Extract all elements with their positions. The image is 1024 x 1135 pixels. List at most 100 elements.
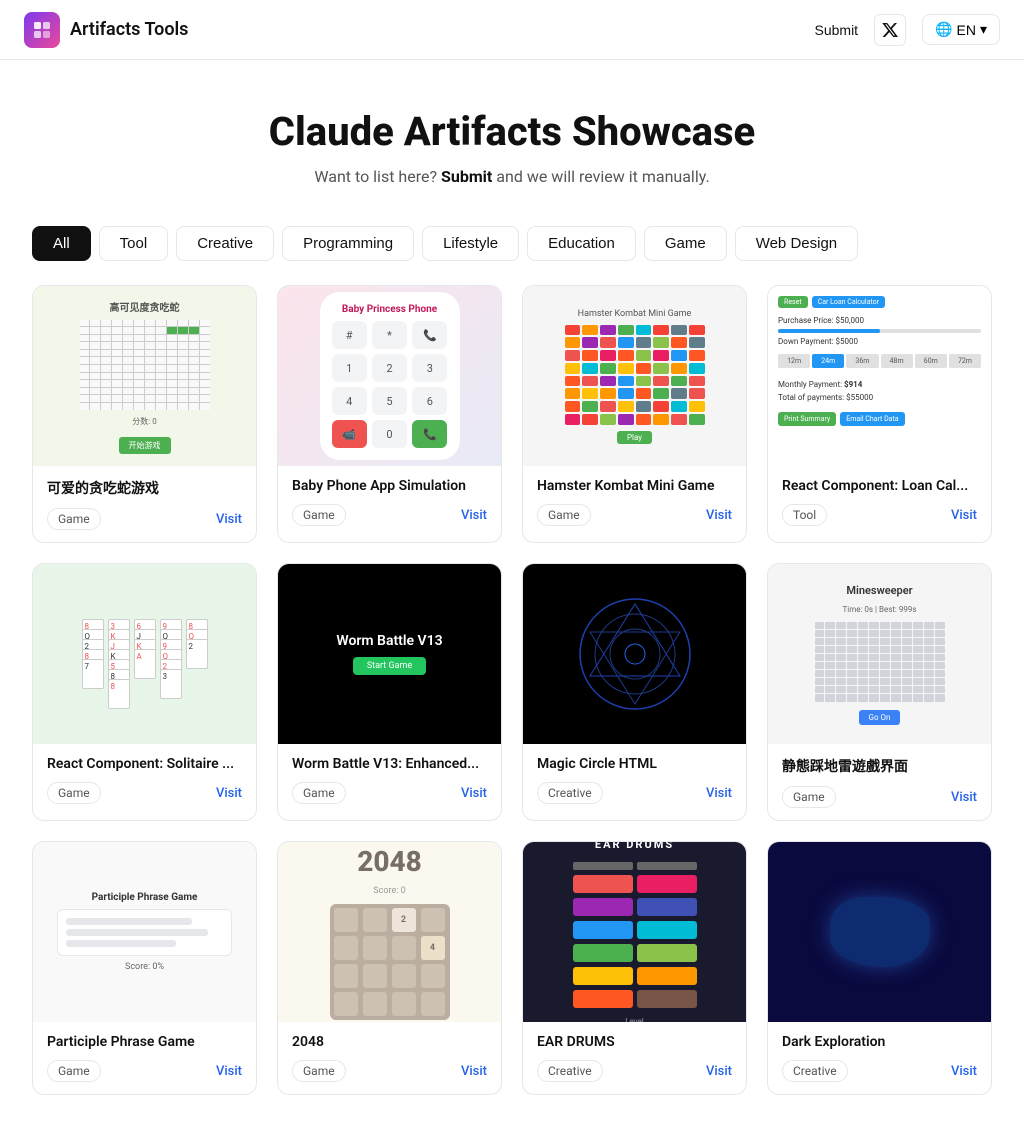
hero-section: Claude Artifacts Showcase Want to list h… xyxy=(0,60,1024,210)
card-body: 静態踩地雷遊戲界面 Game Visit xyxy=(768,744,991,820)
filter-tab-creative[interactable]: Creative xyxy=(176,226,274,261)
card-title: 2048 xyxy=(292,1034,487,1050)
card-title: Participle Phrase Game xyxy=(47,1034,242,1050)
card-drums: EAR DRUMS xyxy=(522,841,747,1095)
hero-submit-link[interactable]: Submit xyxy=(441,167,492,186)
filter-tab-game[interactable]: Game xyxy=(644,226,727,261)
card-tag[interactable]: Tool xyxy=(782,504,827,526)
card-footer: Game Visit xyxy=(782,786,977,808)
card-body: Magic Circle HTML Creative Visit xyxy=(523,744,746,816)
card-visit-link[interactable]: Visit xyxy=(951,1064,977,1079)
card-tag[interactable]: Game xyxy=(292,1060,346,1082)
card-title: Magic Circle HTML xyxy=(537,756,732,772)
card-visit-link[interactable]: Visit xyxy=(706,786,732,801)
filter-tab-programming[interactable]: Programming xyxy=(282,226,414,261)
card-loan: Reset Car Loan Calculator Purchase Price… xyxy=(767,285,992,543)
card-title: Dark Exploration xyxy=(782,1034,977,1050)
filter-tabs: AllToolCreativeProgrammingLifestyleEduca… xyxy=(0,210,1024,285)
card-thumbnail: Baby Princess Phone # * 📞 1 2 xyxy=(278,286,501,466)
language-label: EN xyxy=(957,22,976,38)
filter-tab-lifestyle[interactable]: Lifestyle xyxy=(422,226,519,261)
card-title: React Component: Loan Cal... xyxy=(782,478,977,494)
card-thumbnail: Minesweeper Time: 0s | Best: 999s Go On xyxy=(768,564,991,744)
card-footer: Game Visit xyxy=(537,504,732,526)
chevron-down-icon: ▾ xyxy=(980,21,987,38)
hero-title: Claude Artifacts Showcase xyxy=(24,108,1000,155)
card-title: 可爱的贪吃蛇游戏 xyxy=(47,478,242,498)
card-tag[interactable]: Creative xyxy=(782,1060,848,1082)
card-footer: Creative Visit xyxy=(537,1060,732,1082)
card-thumbnail: Reset Car Loan Calculator Purchase Price… xyxy=(768,286,991,466)
card-footer: Game Visit xyxy=(292,1060,487,1082)
header: Artifacts Tools Submit 🌐 EN ▾ xyxy=(0,0,1024,60)
card-tag[interactable]: Game xyxy=(292,504,346,526)
filter-tab-tool[interactable]: Tool xyxy=(99,226,169,261)
card-solitaire: 8Q287 3KJK588 6JKA 9Q9Q23 xyxy=(32,563,257,821)
card-magic: Magic Circle HTML Creative Visit xyxy=(522,563,747,821)
submit-button[interactable]: Submit xyxy=(815,22,859,38)
card-title: EAR DRUMS xyxy=(537,1034,732,1050)
card-footer: Game Visit xyxy=(292,504,487,526)
card-hamster: Hamster Kombat Mini Game Play Hamster Ko… xyxy=(522,285,747,543)
card-title: 静態踩地雷遊戲界面 xyxy=(782,756,977,776)
card-visit-link[interactable]: Visit xyxy=(216,1064,242,1079)
card-body: 可爱的贪吃蛇游戏 Game Visit xyxy=(33,466,256,542)
card-visit-link[interactable]: Visit xyxy=(461,1064,487,1079)
card-thumbnail: 2048 Score: 0 2 xyxy=(278,842,501,1022)
filter-tab-webdesign[interactable]: Web Design xyxy=(735,226,858,261)
card-body: Worm Battle V13: Enhanced... Game Visit xyxy=(278,744,501,816)
card-tag[interactable]: Creative xyxy=(537,782,603,804)
card-tag[interactable]: Game xyxy=(537,504,591,526)
filter-tab-education[interactable]: Education xyxy=(527,226,636,261)
card-tag[interactable]: Game xyxy=(292,782,346,804)
language-icon: 🌐 xyxy=(935,21,952,38)
card-footer: Game Visit xyxy=(292,782,487,804)
language-button[interactable]: 🌐 EN ▾ xyxy=(922,14,1000,45)
card-footer: Creative Visit xyxy=(782,1060,977,1082)
twitter-x-button[interactable] xyxy=(874,14,906,46)
card-thumbnail xyxy=(768,842,991,1022)
card-footer: Game Visit xyxy=(47,782,242,804)
card-thumbnail xyxy=(523,564,746,744)
card-2048: 2048 Score: 0 2 xyxy=(277,841,502,1095)
header-actions: Submit 🌐 EN ▾ xyxy=(815,14,1001,46)
card-body: Baby Phone App Simulation Game Visit xyxy=(278,466,501,538)
card-footer: Game Visit xyxy=(47,508,242,530)
card-thumbnail: Worm Battle V13 Start Game xyxy=(278,564,501,744)
card-thumbnail: 8Q287 3KJK588 6JKA 9Q9Q23 xyxy=(33,564,256,744)
card-visit-link[interactable]: Visit xyxy=(461,786,487,801)
card-tag[interactable]: Game xyxy=(47,508,101,530)
card-title: React Component: Solitaire ... xyxy=(47,756,242,772)
card-tag[interactable]: Game xyxy=(782,786,836,808)
app-logo-icon xyxy=(24,12,60,48)
card-body: Hamster Kombat Mini Game Game Visit xyxy=(523,466,746,538)
card-body: 2048 Game Visit xyxy=(278,1022,501,1094)
card-snake: 高可见度贪吃蛇 分数: 0 开始游戏 可爱的贪吃蛇游戏 Game Visit xyxy=(32,285,257,543)
card-tag[interactable]: Creative xyxy=(537,1060,603,1082)
card-visit-link[interactable]: Visit xyxy=(951,790,977,805)
card-dark: Dark Exploration Creative Visit xyxy=(767,841,992,1095)
card-title: Hamster Kombat Mini Game xyxy=(537,478,732,494)
card-participle: Participle Phrase Game Score: 0% Partici… xyxy=(32,841,257,1095)
card-tag[interactable]: Game xyxy=(47,1060,101,1082)
card-thumbnail: Hamster Kombat Mini Game Play xyxy=(523,286,746,466)
card-title: Baby Phone App Simulation xyxy=(292,478,487,494)
card-baby-phone: Baby Princess Phone # * 📞 1 2 xyxy=(277,285,502,543)
card-visit-link[interactable]: Visit xyxy=(706,1064,732,1079)
card-visit-link[interactable]: Visit xyxy=(951,508,977,523)
card-title: Worm Battle V13: Enhanced... xyxy=(292,756,487,772)
card-visit-link[interactable]: Visit xyxy=(706,508,732,523)
card-footer: Creative Visit xyxy=(537,782,732,804)
card-visit-link[interactable]: Visit xyxy=(461,508,487,523)
card-visit-link[interactable]: Visit xyxy=(216,512,242,527)
filter-tab-all[interactable]: All xyxy=(32,226,91,261)
card-worm: Worm Battle V13 Start Game Worm Battle V… xyxy=(277,563,502,821)
card-thumbnail: Participle Phrase Game Score: 0% xyxy=(33,842,256,1022)
app-title: Artifacts Tools xyxy=(70,19,188,40)
card-body: React Component: Solitaire ... Game Visi… xyxy=(33,744,256,816)
card-footer: Game Visit xyxy=(47,1060,242,1082)
card-visit-link[interactable]: Visit xyxy=(216,786,242,801)
card-minesweeper: Minesweeper Time: 0s | Best: 999s Go On … xyxy=(767,563,992,821)
card-tag[interactable]: Game xyxy=(47,782,101,804)
cards-grid: 高可见度贪吃蛇 分数: 0 开始游戏 可爱的贪吃蛇游戏 Game Visit B… xyxy=(0,285,1024,1135)
